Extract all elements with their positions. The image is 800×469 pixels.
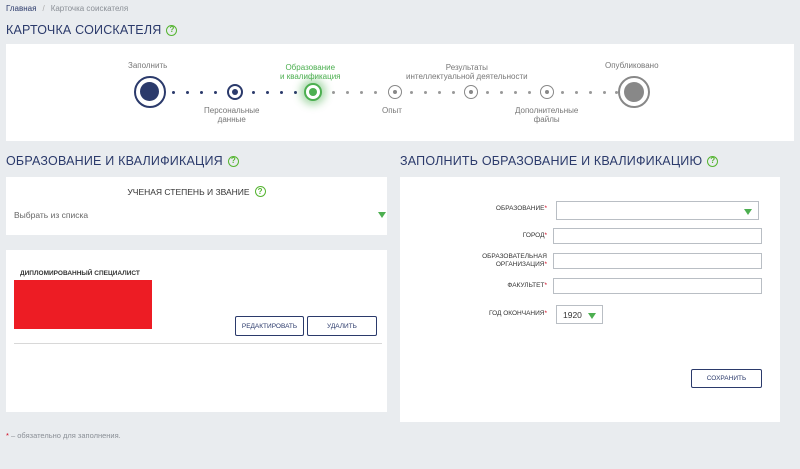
help-icon[interactable]: ? [254,186,266,197]
help-icon[interactable]: ? [166,24,178,36]
step-node-ip-results[interactable] [464,85,478,99]
step-label-experience: Опыт [382,106,402,115]
education-record-panel: ДИПЛОМИРОВАННЫЙ СПЕЦИАЛИСТ РЕДАКТИРОВАТЬ… [6,250,387,412]
step-label-published: Опубликовано [605,61,659,70]
faculty-label: ФАКУЛЬТЕТ* [507,282,547,289]
chevron-down-icon[interactable] [744,209,752,215]
degree-select-placeholder: Выбрать из списка [14,210,89,220]
degree-select[interactable]: Выбрать из списка [14,210,386,224]
breadcrumb-current: Карточка соискателя [50,4,129,13]
step-label-education: Образование и квалификация [280,63,341,81]
connector-2 [246,91,306,94]
record-title: ДИПЛОМИРОВАННЫЙ СПЕЦИАЛИСТ [20,270,140,277]
step-node-fill[interactable] [134,76,166,108]
breadcrumb-home-link[interactable]: Главная [6,4,36,13]
connector-1 [166,91,226,94]
form-title: ЗАПОЛНИТЬ ОБРАЗОВАНИЕ И КВАЛИФИКАЦИЮ [400,154,703,168]
connector-3 [326,91,388,94]
education-record: ДИПЛОМИРОВАННЫЙ СПЕЦИАЛИСТ РЕДАКТИРОВАТЬ… [14,264,382,344]
step-node-experience[interactable] [388,85,402,99]
connector-5 [480,91,540,94]
chevron-down-icon[interactable] [588,313,596,319]
edit-button[interactable]: РЕДАКТИРОВАТЬ [235,316,304,336]
education-form: ОБРАЗОВАНИЕ* ГОРОД* ОБРАЗОВАТЕЛЬНАЯ ОРГАН… [400,177,780,422]
step-node-education-active[interactable] [304,83,322,101]
step-label-personal-1: Персональные данные [204,106,260,124]
chevron-down-icon[interactable] [378,212,386,218]
connector-6 [555,91,625,94]
form-title-row: ЗАПОЛНИТЬ ОБРАЗОВАНИЕ И КВАЛИФИКАЦИЮ ? [400,154,719,168]
education-label: ОБРАЗОВАНИЕ* [495,205,547,212]
graduation-year-select[interactable]: 1920 [556,305,603,324]
progress-stepper: Заполнить Персональные данные Образование… [6,44,794,141]
redacted-block [14,280,152,329]
degree-title: УЧЕНАЯ СТЕПЕНЬ И ЗВАНИЕ [127,186,250,197]
required-footnote: * – обязательно для заполнения. [6,431,121,440]
step-node-published[interactable] [618,76,650,108]
step-node-personal[interactable] [227,84,243,100]
breadcrumb-separator: / [42,4,45,13]
graduation-year-value: 1920 [563,310,582,320]
page-title-row: КАРТОЧКА СОИСКАТЕЛЯ ? [6,23,178,37]
city-label: ГОРОД* [522,232,547,239]
degree-title-row: УЧЕНАЯ СТЕПЕНЬ И ЗВАНИЕ ? [6,186,387,197]
city-input[interactable] [553,228,762,244]
save-button[interactable]: СОХРАНИТЬ [691,369,762,388]
degree-panel: УЧЕНАЯ СТЕПЕНЬ И ЗВАНИЕ ? Выбрать из спи… [6,177,387,235]
breadcrumb: Главная / Карточка соискателя [6,4,128,13]
connector-4 [404,91,464,94]
organization-input[interactable] [553,253,762,269]
step-label-ip-results: Результаты интеллектуальной деятельности [406,63,528,81]
help-icon[interactable]: ? [707,155,719,167]
organization-label: ОБРАЗОВАТЕЛЬНАЯ ОРГАНИЗАЦИЯ* [482,253,547,268]
step-node-extra-files[interactable] [540,85,554,99]
education-section-title: ОБРАЗОВАНИЕ И КВАЛИФИКАЦИЯ [6,154,223,168]
page-title: КАРТОЧКА СОИСКАТЕЛЯ [6,23,162,37]
step-label-fill: Заполнить [128,61,168,70]
delete-button[interactable]: УДАЛИТЬ [307,316,377,336]
education-select[interactable] [556,201,759,220]
help-icon[interactable]: ? [227,155,239,167]
graduation-year-label: ГОД ОКОНЧАНИЯ* [488,310,547,317]
education-section-title-row: ОБРАЗОВАНИЕ И КВАЛИФИКАЦИЯ ? [6,154,239,168]
step-label-extra-files: Дополнительные файлы [515,106,579,124]
faculty-input[interactable] [553,278,762,294]
